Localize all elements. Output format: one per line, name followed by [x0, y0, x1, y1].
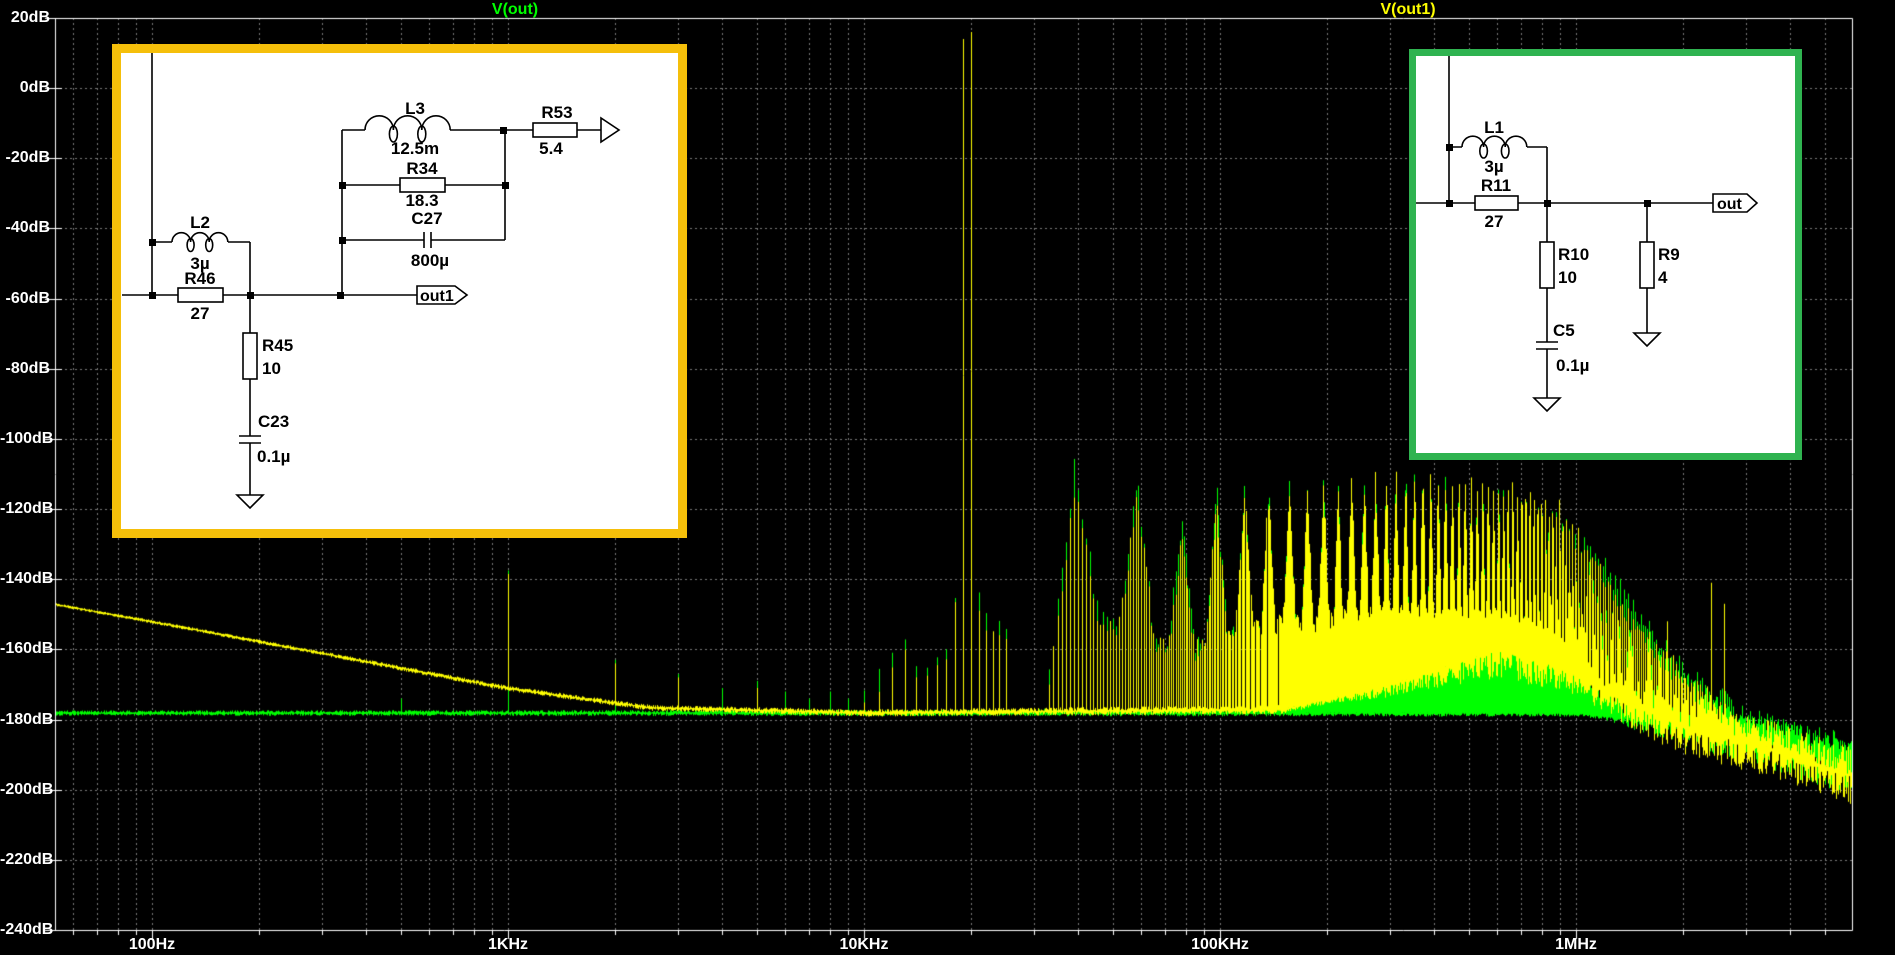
label-R34: R34 — [406, 159, 438, 178]
label-L2: L2 — [190, 213, 210, 232]
label-R46: R46 — [184, 269, 215, 288]
label-C27: C27 — [411, 209, 442, 228]
y-tick-label: -100dB — [0, 429, 54, 447]
x-tick-label: 1MHz — [1555, 936, 1597, 953]
x-tick-label: 1KHz — [487, 936, 528, 953]
label-C5: C5 — [1553, 321, 1575, 340]
label-R10: R10 — [1558, 245, 1589, 264]
value-R53: 5.4 — [539, 139, 563, 158]
label-R53: R53 — [541, 103, 572, 122]
x-tick-label: 100KHz — [1191, 936, 1249, 953]
y-tick-label: -80dB — [5, 359, 50, 377]
ground-icon — [1632, 332, 1662, 348]
y-tick-label: -140dB — [0, 570, 54, 588]
schematic-left-svg: L2 3µ R46 27 L3 12.5m R53 5.4 R34 18.3 C… — [122, 53, 621, 510]
ground-icon — [1532, 397, 1562, 413]
y-tick-label: 20dB — [10, 9, 50, 26]
port-label-out1: out1 — [420, 288, 454, 305]
value-R11: 27 — [1485, 212, 1504, 231]
inductor-L1: L1 3µ — [1461, 118, 1528, 176]
value-L1: 3µ — [1484, 157, 1503, 176]
y-tick-label: 0dB — [19, 79, 50, 97]
y-tick-label: -60dB — [5, 289, 50, 307]
port-flag-out: out — [1712, 193, 1759, 213]
value-L3: 12.5m — [391, 139, 439, 158]
resistor-R45: R45 10 — [242, 332, 293, 380]
inductor-L3: L3 12.5m — [364, 99, 451, 158]
y-tick-label: -40dB — [5, 219, 50, 237]
label-R9: R9 — [1658, 245, 1680, 264]
y-tick-label: -180dB — [0, 710, 54, 728]
port-flag-out1: out1 — [416, 285, 469, 305]
output-arrow-icon — [600, 116, 621, 144]
label-L3: L3 — [405, 99, 425, 118]
x-tick-label: 10KHz — [839, 936, 889, 953]
schematic-inset-right: L1 3µ R11 27 R10 10 C5 0.1µ R9 4 out — [1409, 49, 1802, 460]
schematic-right-svg: L1 3µ R11 27 R10 10 C5 0.1µ R9 4 out — [1416, 56, 1759, 413]
y-tick-label: -200dB — [0, 780, 54, 798]
value-C5: 0.1µ — [1556, 356, 1589, 375]
trace-label-vout1[interactable]: V(out1) — [1363, 1, 1453, 19]
port-label-out: out — [1717, 196, 1743, 213]
resistor-R9: R9 4 — [1639, 241, 1680, 289]
y-tick-label: -220dB — [0, 850, 54, 868]
label-C23: C23 — [258, 412, 289, 431]
y-tick-label: -160dB — [0, 640, 54, 658]
ground-icon — [235, 494, 265, 510]
value-R45: 10 — [262, 359, 281, 378]
resistor-R34: R34 18.3 — [399, 159, 446, 210]
resistor-R11: R11 27 — [1474, 176, 1519, 231]
y-tick-label: -240dB — [0, 921, 54, 938]
capacitor-C23: C23 0.1µ — [239, 412, 290, 466]
value-R46: 27 — [191, 304, 210, 323]
label-R11: R11 — [1481, 176, 1511, 195]
ltspice-fft-window: V(out) V(out1) 20dB 0dB -20dB -40dB -60dB -80… — [0, 0, 1895, 955]
resistor-R53: R53 5.4 — [532, 103, 621, 158]
label-R45: R45 — [262, 336, 293, 355]
trace-label-vout[interactable]: V(out) — [470, 1, 560, 19]
value-C23: 0.1µ — [257, 447, 290, 466]
inductor-L2: L2 3µ — [171, 213, 229, 273]
resistor-R46: R46 27 — [177, 269, 224, 323]
resistor-R10: R10 10 — [1539, 241, 1589, 289]
wire — [1416, 56, 1713, 398]
schematic-inset-left: L2 3µ R46 27 L3 12.5m R53 5.4 R34 18.3 C… — [112, 44, 687, 538]
x-tick-label: 100Hz — [128, 936, 176, 953]
label-L1: L1 — [1484, 118, 1504, 137]
value-C27: 800µ — [411, 251, 449, 270]
value-R10: 10 — [1558, 268, 1577, 287]
value-R34: 18.3 — [405, 191, 438, 210]
y-tick-label: -120dB — [0, 500, 54, 518]
value-R9: 4 — [1658, 268, 1668, 287]
capacitor-C5: C5 0.1µ — [1536, 321, 1589, 375]
y-tick-label: -20dB — [5, 149, 50, 167]
